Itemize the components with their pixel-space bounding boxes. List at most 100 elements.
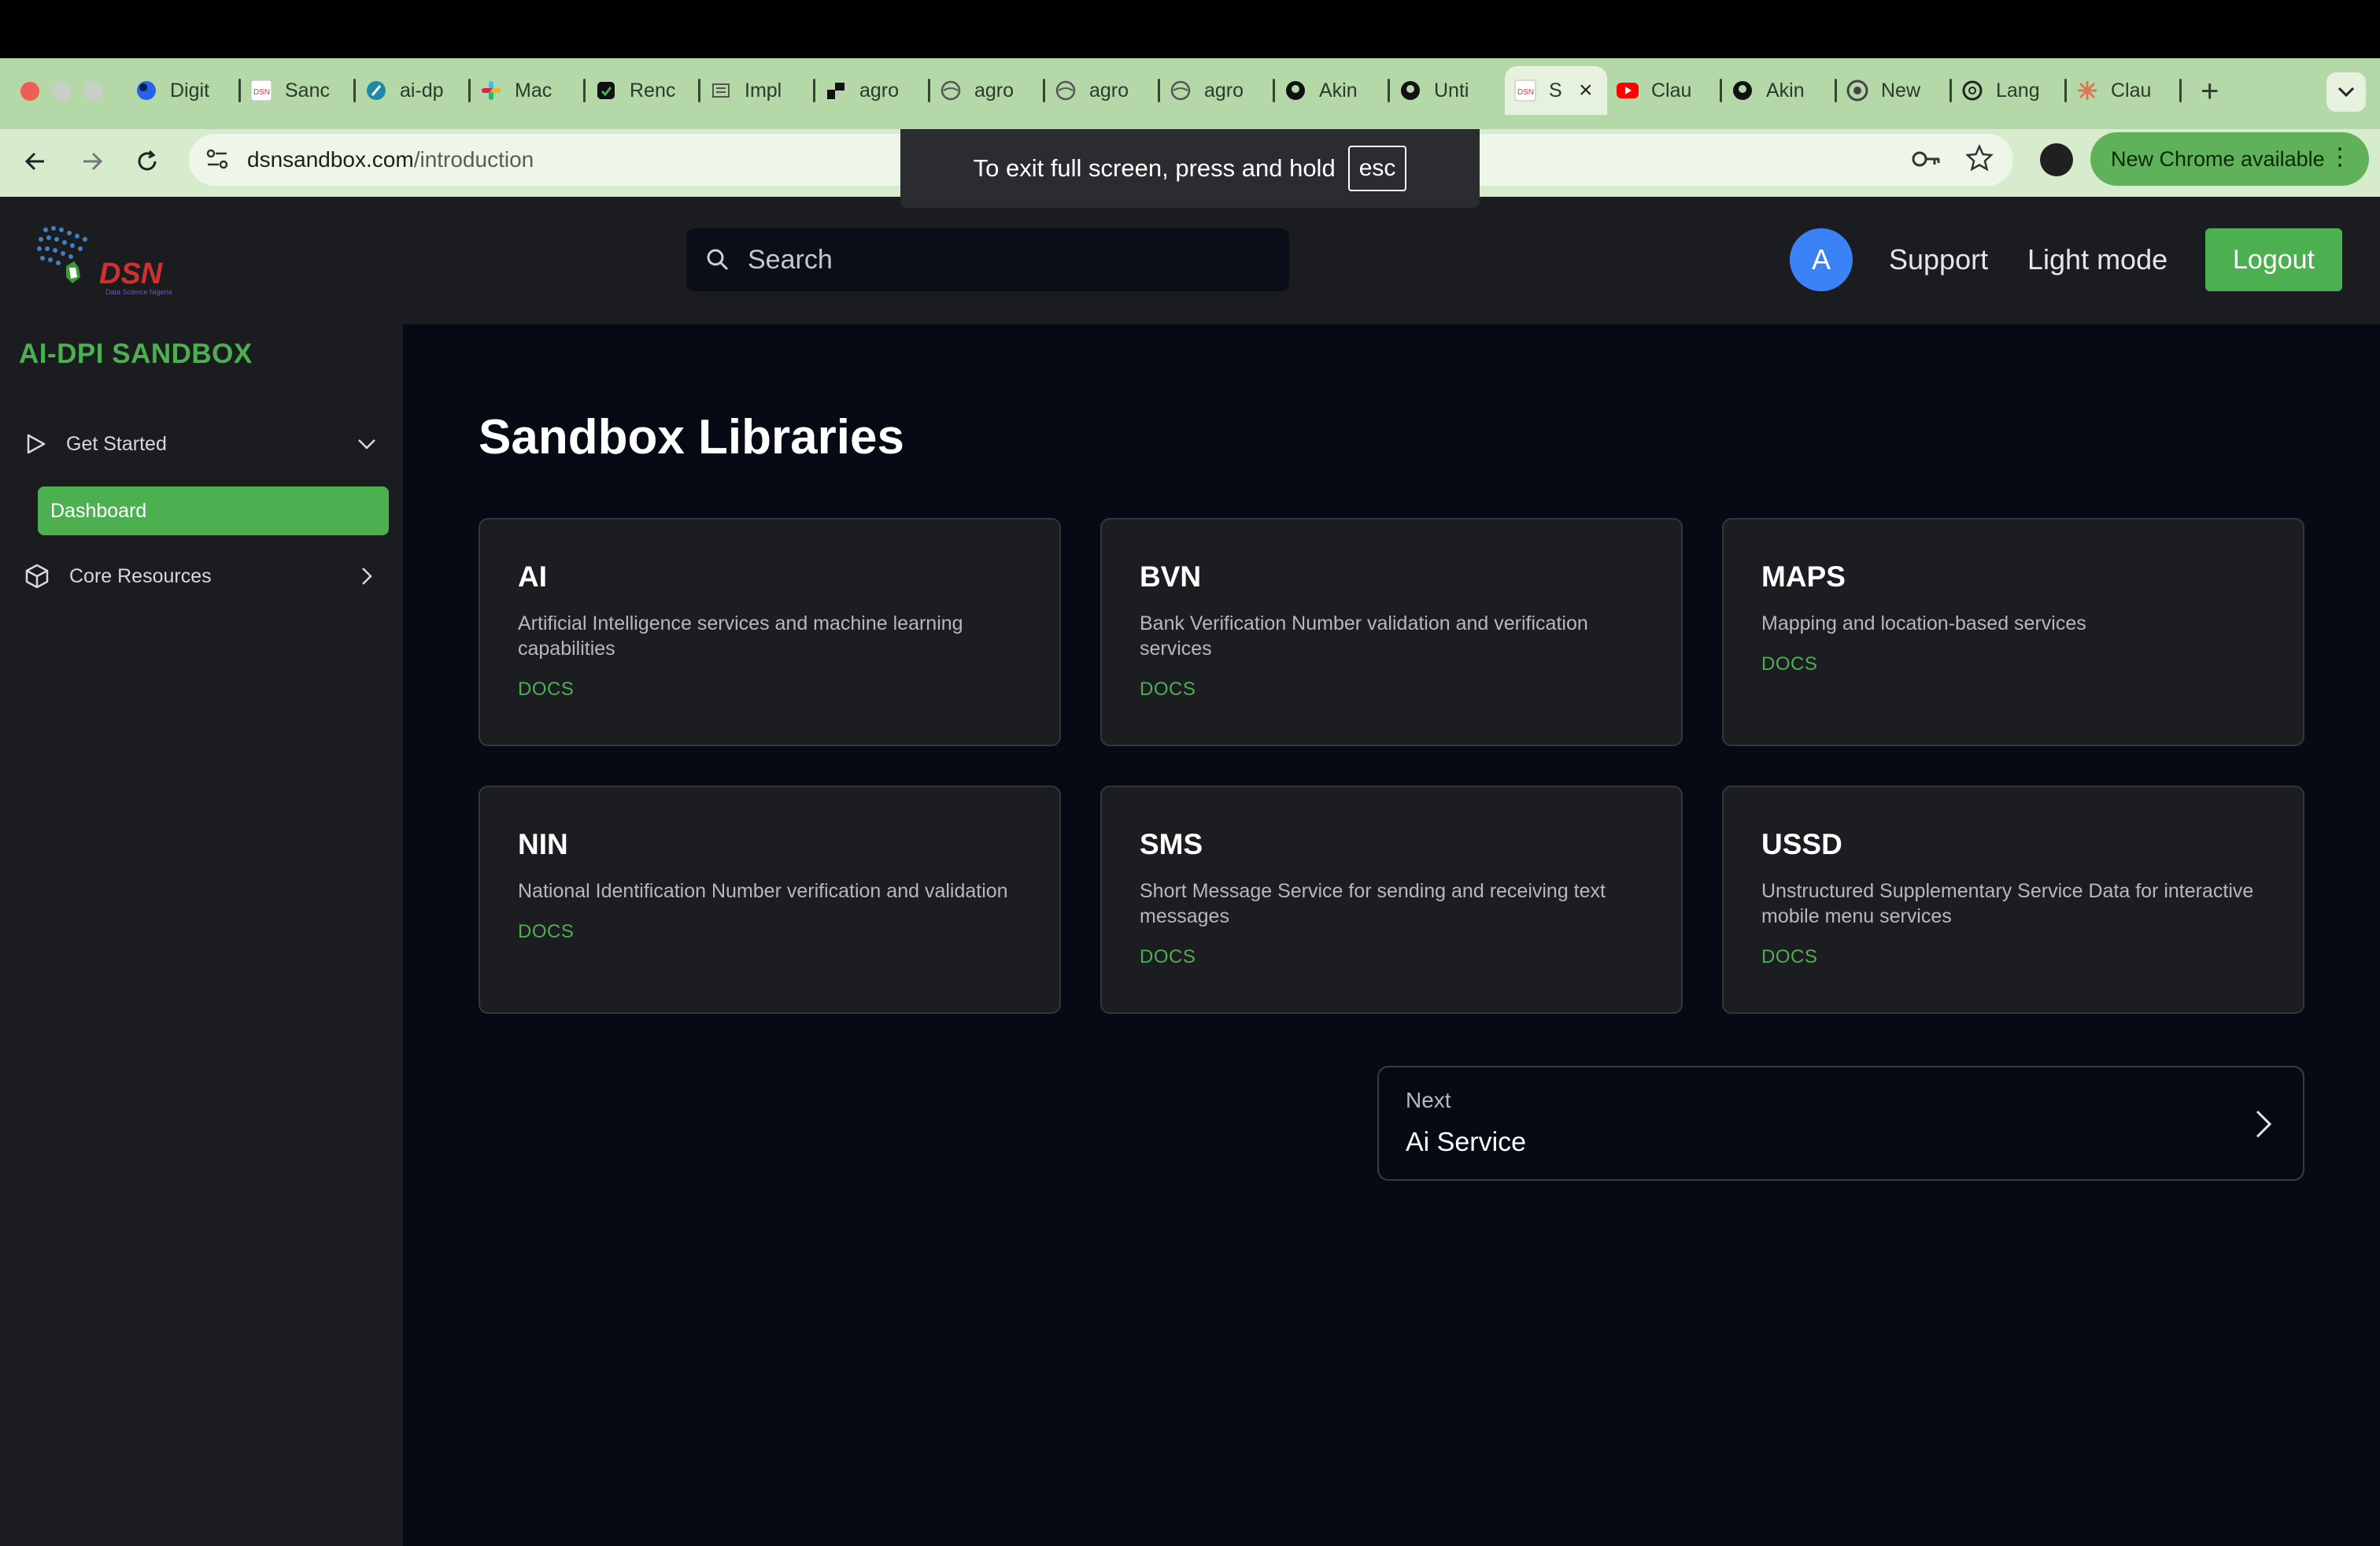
search-input[interactable] [748,244,1251,276]
cube-icon [25,564,49,589]
next-target-title: Ai Service [1406,1127,1527,1157]
docs-link[interactable]: DOCS [1140,679,1196,700]
dsn-favicon-icon: DSN [1513,78,1538,103]
esc-key-badge: esc [1347,146,1407,191]
docs-link[interactable]: DOCS [1140,946,1196,967]
slack-icon [479,78,504,103]
url-text[interactable]: dsnsandbox.com/introduction [247,145,534,175]
browser-tab-active[interactable]: DSN S × [1505,66,1607,115]
play-icon [27,434,46,454]
library-card-maps[interactable]: MAPS Mapping and location-based services… [1722,518,2304,746]
card-title: MAPS [1761,560,1846,593]
browser-tab[interactable]: agro [815,66,930,115]
dsn-logo[interactable]: DSN Data Science Nigeria [35,222,192,298]
sidebar-item-dashboard[interactable]: Dashboard [38,486,389,535]
window-zoom-button[interactable] [83,82,102,101]
browser-tab[interactable]: Akin [1722,66,1837,115]
support-link[interactable]: Support [1889,241,1988,279]
tab-search-button[interactable] [2326,72,2366,112]
site-settings-icon[interactable] [203,145,231,173]
browser-tab[interactable]: Clau [1607,66,1722,115]
sidebar-item-core-resources[interactable]: Core Resources [24,553,378,600]
svg-text:DSN: DSN [99,257,164,290]
globe-icon [938,78,963,103]
browser-tab[interactable]: Digit [126,66,241,115]
sidebar-brand: AI-DPI SANDBOX [19,338,253,369]
globe-icon [1053,78,1078,103]
search-icon [707,249,729,271]
browser-tabs: Digit DSN Sanc ai-dр Mac Renc Impl agro a… [126,66,2182,115]
globe-icon [1168,78,1193,103]
browser-tab[interactable]: agro [1045,66,1160,115]
agro-icon [823,78,848,103]
chevron-right-icon [2256,1110,2272,1138]
docs-link[interactable]: DOCS [518,921,574,942]
url-path: /introduction [413,147,534,172]
browser-tab[interactable]: Akin [1275,66,1390,115]
sidebar-item-label: Core Resources [69,564,212,587]
profile-avatar-icon[interactable] [2040,143,2073,176]
reload-button[interactable] [128,142,167,181]
logout-button[interactable]: Logout [2205,228,2342,291]
new-tab-button[interactable]: + [2201,72,2219,110]
dsn-logo-mark: DSN Data Science Nigeria [37,226,172,296]
chevron-down-icon [2338,87,2355,98]
svg-text:DSN: DSN [253,88,270,97]
blue-circle-icon [134,78,159,103]
more-menu-icon[interactable]: ⋮ [2328,143,2352,172]
github-icon [1398,78,1423,103]
browser-tab[interactable]: agro [1160,66,1275,115]
back-button[interactable] [16,142,55,181]
fullscreen-notice-text: To exit full screen, press and hold [973,154,1336,182]
library-card-nin[interactable]: NIN National Identification Number verif… [479,786,1061,1014]
library-card-ussd[interactable]: USSD Unstructured Supplementary Service … [1722,786,2304,1014]
browser-tab[interactable]: agro [930,66,1045,115]
openai-icon [1960,78,1985,103]
browser-tab[interactable]: Impl [700,66,815,115]
feather-icon [364,78,389,103]
chrome-icon [1845,78,1870,103]
bookmark-star-icon[interactable] [1964,143,1994,177]
chrome-update-label: New Chrome available [2111,146,2325,171]
doc-icon [708,78,734,103]
card-title: SMS [1140,828,1203,860]
window-close-button[interactable] [20,82,39,101]
next-page-link[interactable]: Next Ai Service [1377,1066,2304,1181]
card-description: Short Message Service for sending and re… [1140,880,1606,927]
library-card-sms[interactable]: SMS Short Message Service for sending an… [1100,786,1683,1014]
svg-text:DSN: DSN [1517,88,1534,97]
fullscreen-exit-notice: To exit full screen, press and hold esc [900,129,1480,208]
forward-button[interactable] [72,142,112,181]
browser-tab[interactable]: New [1837,66,1952,115]
browser-tab[interactable]: Clau [2067,66,2182,115]
sidebar-item-get-started[interactable]: Get Started [24,420,378,468]
render-icon [593,78,619,103]
window-minimize-button[interactable] [52,82,71,101]
card-description: Mapping and location-based services [1761,612,2086,634]
light-mode-toggle[interactable]: Light mode [2027,241,2168,279]
docs-link[interactable]: DOCS [1761,946,1817,967]
library-card-bvn[interactable]: BVN Bank Verification Number validation … [1100,518,1683,746]
library-card-ai[interactable]: AI Artificial Intelligence services and … [479,518,1061,746]
chevron-down-icon [358,439,375,449]
user-avatar[interactable]: A [1790,228,1853,291]
close-tab-icon[interactable]: × [1579,77,1593,104]
browser-tab[interactable]: ai-dр [356,66,471,115]
password-key-icon[interactable] [1911,146,1942,176]
chrome-update-button[interactable]: New Chrome available ⋮ [2090,132,2369,186]
forward-arrow-icon [83,152,103,171]
search-box[interactable] [686,228,1289,291]
docs-link[interactable]: DOCS [518,679,574,700]
card-description: Unstructured Supplementary Service Data … [1761,880,2254,927]
browser-tab[interactable]: Renc [586,66,700,115]
card-title: BVN [1140,560,1202,593]
browser-tab[interactable]: DSN Sanc [241,66,356,115]
card-description: Artificial Intelligence services and mac… [518,612,963,660]
dsn-favicon-icon: DSN [249,78,274,103]
claude-icon [2075,78,2100,103]
youtube-icon [1615,78,1640,103]
browser-tab[interactable]: Unti [1390,66,1505,115]
docs-link[interactable]: DOCS [1761,653,1817,675]
browser-tab[interactable]: Lang [1952,66,2067,115]
browser-tab[interactable]: Mac [471,66,586,115]
